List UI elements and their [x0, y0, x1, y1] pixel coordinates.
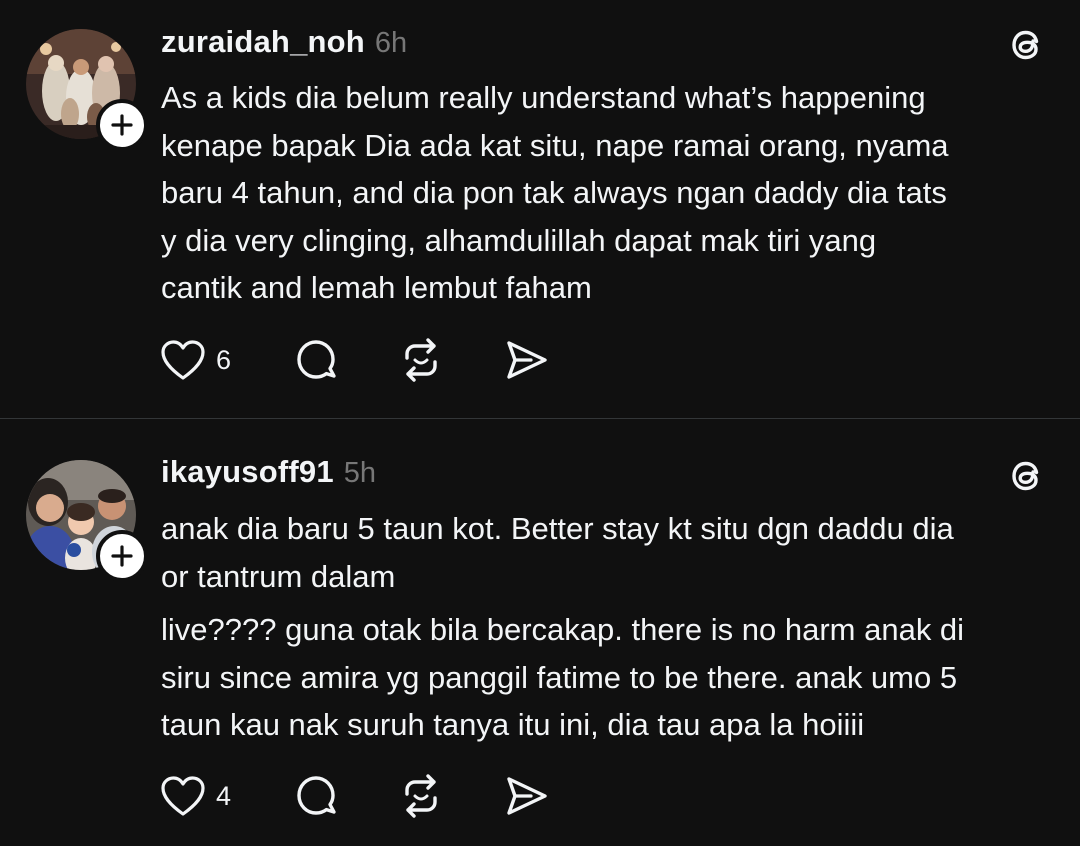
repost-button[interactable] — [398, 772, 444, 820]
like-count: 6 — [216, 344, 232, 375]
repost-icon — [405, 774, 437, 818]
post-body: As a kids dia belum really understand wh… — [161, 74, 1061, 312]
heart-icon — [161, 776, 205, 816]
repost-icon — [405, 338, 437, 382]
threads-logo-icon[interactable] — [1004, 453, 1048, 497]
comment-button[interactable] — [293, 336, 339, 384]
post-body-line: cantik and lemah lembut faham — [161, 270, 592, 305]
like-count: 4 — [216, 780, 232, 811]
post-body-line: kenape bapak Dia ada kat situ, nape rama… — [161, 127, 949, 163]
follow-button[interactable] — [96, 530, 148, 582]
post-actions: 6 — [160, 336, 560, 384]
username[interactable]: ikayusoff91 — [161, 454, 334, 490]
post-header: ikayusoff91 5h — [161, 454, 376, 494]
post-body-line: As a kids dia belum really understand wh… — [161, 80, 926, 115]
thread-post: zuraidah_noh 6h As a kids dia belum real… — [0, 0, 1080, 418]
post-header: zuraidah_noh 6h — [161, 24, 407, 64]
like-button[interactable]: 4 — [160, 772, 231, 820]
plus-icon — [111, 545, 133, 567]
heart-icon — [161, 340, 205, 380]
send-icon — [507, 777, 547, 815]
post-body-paragraph: live???? guna otak bila bercakap. there … — [161, 606, 1061, 749]
username[interactable]: zuraidah_noh — [161, 24, 365, 60]
post-body-line: anak dia baru 5 taun kot. Better stay kt… — [161, 511, 954, 546]
follow-button[interactable] — [96, 99, 148, 151]
threads-logo-icon[interactable] — [1004, 22, 1048, 66]
send-icon — [507, 341, 547, 379]
comment-bubble-icon — [297, 776, 336, 815]
post-body-line: siru since amira yg panggil fatime to be… — [161, 659, 958, 695]
like-button[interactable]: 6 — [160, 336, 231, 384]
plus-icon — [111, 114, 133, 136]
post-body-line: taun kau nak suruh tanya itu ini, dia ta… — [161, 707, 865, 742]
share-button[interactable] — [504, 772, 550, 820]
comment-button[interactable] — [293, 772, 339, 820]
thread-post: ikayusoff91 5h anak dia baru 5 taun kot.… — [0, 419, 1080, 846]
post-body-line: live???? guna otak bila bercakap. there … — [161, 612, 965, 647]
timestamp: 5h — [343, 457, 377, 489]
post-body-line: or tantrum dalam — [161, 558, 396, 594]
repost-button[interactable] — [398, 336, 444, 384]
share-button[interactable] — [504, 336, 550, 384]
avatar-wrap[interactable] — [26, 460, 148, 582]
post-body-line: y dia very clinging, alhamdulillah dapat… — [161, 222, 877, 258]
avatar-wrap[interactable] — [26, 29, 148, 151]
timestamp: 6h — [374, 27, 408, 59]
post-body: anak dia baru 5 taun kot. Better stay kt… — [161, 505, 1061, 600]
post-body-line: baru 4 tahun, and dia pon tak always nga… — [161, 175, 947, 210]
comment-bubble-icon — [297, 340, 336, 379]
post-actions: 4 — [160, 772, 560, 820]
